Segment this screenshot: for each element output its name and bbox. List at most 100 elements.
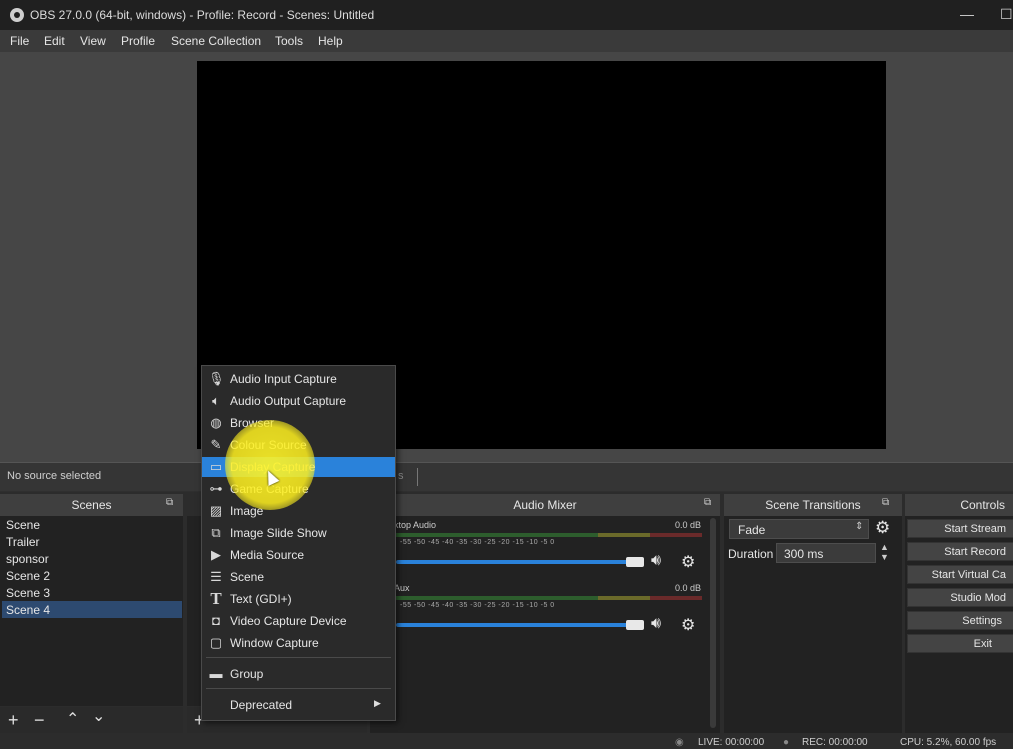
menu-help[interactable]: Help	[318, 34, 343, 48]
volume-slider[interactable]	[396, 560, 642, 564]
volume-slider[interactable]	[396, 623, 642, 627]
menu-item-game-capture[interactable]: ⊶ Game Capture	[202, 479, 395, 499]
folder-icon: ▬	[209, 666, 223, 681]
status-bar: ◉ LIVE: 00:00:00 ● REC: 00:00:00 CPU: 5.…	[0, 735, 1013, 749]
duration-value: 300 ms	[784, 547, 824, 561]
monitor-icon: ▭	[209, 459, 223, 474]
menu-item-browser[interactable]: ◍ Browser	[202, 413, 395, 433]
menu-scene-collection[interactable]: Scene Collection	[171, 34, 261, 48]
menu-profile[interactable]: Profile	[121, 34, 155, 48]
menu-item-colour-source[interactable]: ✎ Colour Source	[202, 435, 395, 455]
add-source-context-menu: 🎙︎ Audio Input Capture 🔈︎ Audio Output C…	[201, 365, 396, 721]
menu-item-deprecated[interactable]: Deprecated ▶	[202, 695, 395, 715]
window-title: OBS 27.0.0 (64-bit, windows) - Profile: …	[30, 8, 375, 22]
scene-item[interactable]: sponsor	[6, 552, 49, 566]
divider	[417, 468, 418, 486]
menu-item-group[interactable]: ▬ Group	[202, 664, 395, 684]
menu-tools[interactable]: Tools	[275, 34, 303, 48]
scene-item[interactable]: Scene 3	[6, 586, 50, 600]
audio-mixer-panel: ktop Audio 0.0 dB -55 -50 -45 -40 -35 -3…	[370, 516, 720, 733]
image-icon: ▨	[209, 503, 223, 518]
slideshow-icon: ⧉	[211, 525, 221, 540]
menu-item-display-capture[interactable]: ▭ Display Capture	[202, 457, 395, 477]
globe-icon: ◍	[210, 415, 222, 430]
maximize-button[interactable]: ☐	[1000, 6, 1013, 23]
speaker-icon[interactable]: 🔊︎	[651, 615, 661, 633]
speaker-icon: 🔈︎	[212, 393, 220, 408]
play-icon: ▶	[211, 547, 221, 562]
audio-mixer-title: Audio Mixer	[513, 498, 577, 512]
volume-slider-knob[interactable]	[626, 620, 644, 630]
start-record-button[interactable]: Start Record	[907, 542, 1013, 561]
rec-indicator-icon: ●	[783, 737, 790, 748]
menu-separator	[206, 657, 391, 658]
meter-ticks: -55 -50 -45 -40 -35 -30 -25 -20 -15 -10 …	[400, 539, 555, 546]
duration-label: Duration	[728, 547, 774, 561]
add-scene-icon[interactable]: +	[8, 711, 19, 729]
menu-file[interactable]: File	[10, 34, 29, 48]
scene-item[interactable]: Trailer	[6, 535, 40, 549]
remove-scene-icon[interactable]: −	[34, 711, 45, 729]
mixer-scrollbar[interactable]	[710, 518, 716, 728]
start-virtual-camera-button[interactable]: Start Virtual Ca	[907, 565, 1013, 584]
gear-icon[interactable]: ⚙	[875, 518, 890, 538]
menu-item-window-capture[interactable]: ▢ Window Capture	[202, 633, 395, 653]
channel-name: ktop Audio	[394, 520, 437, 530]
transition-select[interactable]: Fade ⇕	[729, 519, 869, 539]
scene-item-selected[interactable]: Scene 4	[6, 603, 50, 617]
gear-icon[interactable]: ⚙	[681, 615, 695, 635]
channel-db: 0.0 dB	[675, 520, 702, 530]
volume-slider-knob[interactable]	[626, 557, 644, 567]
source-toolbar: No source selected s	[0, 462, 1013, 491]
duration-stepper-icon[interactable]: ▲ ▼	[880, 542, 889, 562]
menu-bar: File Edit View Profile Scene Collection …	[0, 30, 1013, 52]
studio-mode-button[interactable]: Studio Mod	[907, 588, 1013, 607]
menu-item-media-source[interactable]: ▶ Media Source	[202, 545, 395, 565]
channel-name: Aux	[394, 583, 410, 593]
undock-icon[interactable]: ⧉	[704, 497, 711, 508]
menu-item-image-slide-show[interactable]: ⧉ Image Slide Show	[202, 523, 395, 543]
window-icon: ▢	[209, 635, 223, 650]
controls-title: Controls	[960, 498, 1005, 512]
obs-logo-icon	[10, 8, 24, 22]
brush-icon: ✎	[210, 437, 222, 452]
scene-item[interactable]: Scene	[6, 518, 40, 532]
menu-item-image[interactable]: ▨ Image	[202, 501, 395, 521]
cpu-fps: CPU: 5.2%, 60.00 fps	[900, 737, 997, 748]
scenes-title: Scenes	[71, 498, 112, 512]
gamepad-icon: ⊶	[209, 481, 223, 496]
duration-input[interactable]: 300 ms	[776, 543, 876, 563]
scene-transitions-panel: Fade ⇕ ⚙ Duration 300 ms ▲ ▼	[724, 516, 902, 733]
settings-button[interactable]: Settings	[907, 611, 1013, 630]
scene-item[interactable]: Scene 2	[6, 569, 50, 583]
audio-mixer-dock-title: Audio Mixer	[370, 494, 720, 516]
submenu-arrow-icon: ▶	[374, 698, 381, 708]
undock-icon[interactable]: ⧉	[166, 497, 173, 508]
scene-transitions-dock-title: Scene Transitions	[724, 494, 902, 516]
menu-item-audio-output-capture[interactable]: 🔈︎ Audio Output Capture	[202, 391, 395, 411]
menu-edit[interactable]: Edit	[44, 34, 65, 48]
gear-icon[interactable]: ⚙	[681, 552, 695, 572]
scenes-dock-title: Scenes	[0, 494, 183, 516]
exit-button[interactable]: Exit	[907, 634, 1013, 653]
volume-meter	[396, 533, 702, 537]
minimize-button[interactable]: —	[960, 6, 974, 22]
menu-item-video-capture-device[interactable]: ◘ Video Capture Device	[202, 611, 395, 631]
list-icon: ☰	[210, 569, 222, 584]
speaker-icon[interactable]: 🔊︎	[651, 552, 661, 570]
text-icon: T	[210, 589, 222, 608]
menu-item-scene[interactable]: ☰ Scene	[202, 567, 395, 587]
move-down-icon[interactable]: ⌄	[92, 709, 105, 725]
move-up-icon[interactable]: ⌃	[66, 712, 79, 728]
scenes-toolbar: + − ⌃ ⌄	[0, 707, 183, 733]
menu-item-audio-input-capture[interactable]: 🎙︎ Audio Input Capture	[202, 369, 395, 389]
live-indicator-icon: ◉	[675, 737, 684, 748]
menu-view[interactable]: View	[80, 34, 106, 48]
camera-icon: ◘	[212, 613, 220, 628]
meter-ticks: -55 -50 -45 -40 -35 -30 -25 -20 -15 -10 …	[400, 602, 555, 609]
scenes-list: Scene Trailer sponsor Scene 2 Scene 3 Sc…	[0, 516, 183, 706]
menu-item-text-gdi[interactable]: T Text (GDI+)	[202, 589, 395, 609]
title-bar: OBS 27.0.0 (64-bit, windows) - Profile: …	[0, 0, 1013, 30]
undock-icon[interactable]: ⧉	[882, 497, 889, 508]
start-stream-button[interactable]: Start Stream	[907, 519, 1013, 538]
